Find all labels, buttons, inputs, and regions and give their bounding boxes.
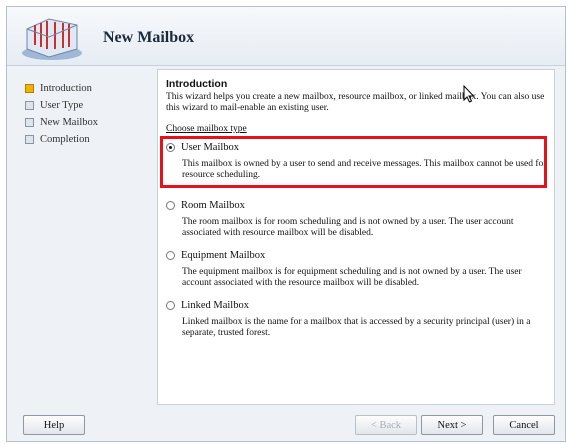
nav-step-label: New Mailbox bbox=[40, 117, 99, 128]
mouse-cursor-icon bbox=[463, 85, 475, 103]
option-label: Room Mailbox bbox=[181, 200, 245, 211]
option-room-mailbox: Room Mailbox The room mailbox is for roo… bbox=[166, 200, 548, 239]
equipment-mailbox-radio-row[interactable]: Equipment Mailbox bbox=[166, 250, 548, 261]
wizard-content-panel: Introduction This wizard helps you creat… bbox=[157, 69, 555, 405]
step-indicator-icon bbox=[25, 118, 34, 127]
back-button[interactable]: < Back bbox=[355, 415, 417, 435]
option-description: The equipment mailbox is for equipment s… bbox=[182, 267, 522, 288]
nav-step-label: User Type bbox=[40, 100, 84, 111]
option-label: Equipment Mailbox bbox=[181, 250, 266, 261]
mailbox-wizard-icon bbox=[22, 18, 82, 60]
nav-step-new-mailbox[interactable]: New Mailbox bbox=[25, 115, 145, 130]
nav-step-user-type[interactable]: User Type bbox=[25, 98, 145, 113]
selection-highlight-box bbox=[160, 136, 547, 188]
section-title: Introduction bbox=[166, 78, 228, 90]
new-mailbox-wizard-window: New Mailbox Introduction User Type New M… bbox=[6, 6, 566, 442]
next-button[interactable]: Next > bbox=[421, 415, 483, 435]
wizard-title: New Mailbox bbox=[103, 29, 195, 46]
radio-button[interactable] bbox=[166, 251, 175, 260]
choose-mailbox-type-label: Choose mailbox type bbox=[166, 124, 247, 134]
cancel-button[interactable]: Cancel bbox=[493, 415, 555, 435]
help-button[interactable]: Help bbox=[23, 415, 85, 435]
wizard-footer: Help < Back Next > Cancel bbox=[7, 409, 565, 441]
option-linked-mailbox: Linked Mailbox Linked mailbox is the nam… bbox=[166, 300, 548, 339]
nav-step-label: Introduction bbox=[40, 83, 92, 94]
room-mailbox-radio-row[interactable]: Room Mailbox bbox=[166, 200, 548, 211]
linked-mailbox-radio-row[interactable]: Linked Mailbox bbox=[166, 300, 548, 311]
step-indicator-icon bbox=[25, 135, 34, 144]
wizard-steps-nav: Introduction User Type New Mailbox Compl… bbox=[25, 81, 145, 149]
radio-button[interactable] bbox=[166, 301, 175, 310]
step-indicator-icon bbox=[25, 84, 34, 93]
intro-description: This wizard helps you create a new mailb… bbox=[166, 92, 545, 113]
step-indicator-icon bbox=[25, 101, 34, 110]
nav-step-label: Completion bbox=[40, 134, 90, 145]
nav-step-completion[interactable]: Completion bbox=[25, 132, 145, 147]
option-description: Linked mailbox is the name for a mailbox… bbox=[182, 317, 531, 338]
nav-step-introduction[interactable]: Introduction bbox=[25, 81, 145, 96]
option-label: Linked Mailbox bbox=[181, 300, 249, 311]
option-equipment-mailbox: Equipment Mailbox The equipment mailbox … bbox=[166, 250, 548, 289]
wizard-header: New Mailbox bbox=[7, 7, 565, 66]
radio-button[interactable] bbox=[166, 201, 175, 210]
option-description: The room mailbox is for room scheduling … bbox=[182, 217, 514, 238]
